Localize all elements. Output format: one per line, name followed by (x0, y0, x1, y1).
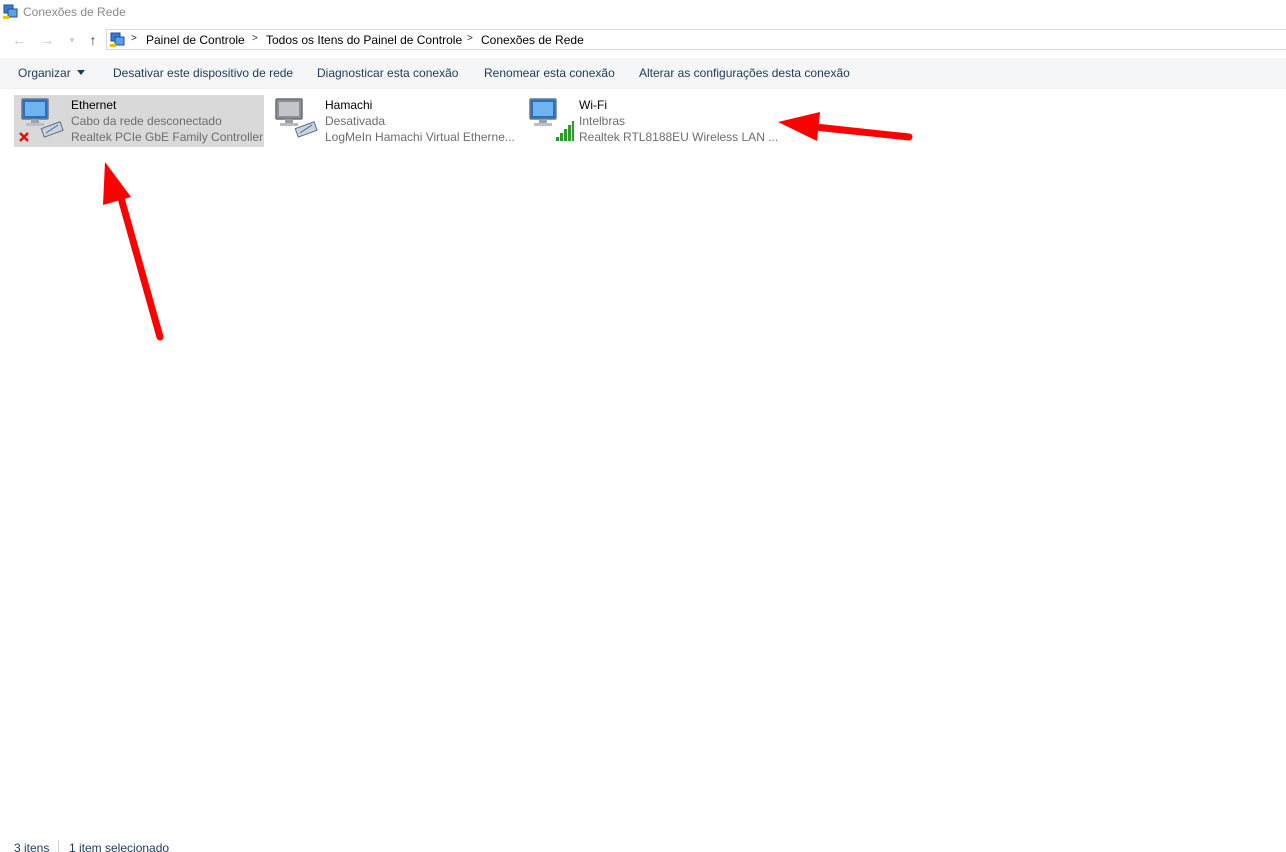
address-bar[interactable]: > Painel de Controle > Todos os Itens do… (106, 29, 1286, 50)
connection-device: Realtek PCIe GbE Family Controller (71, 130, 264, 144)
breadcrumb-separator[interactable]: > (252, 33, 258, 44)
organize-label: Organizar (18, 66, 71, 80)
title-bar: Conexões de Rede (0, 0, 1286, 24)
disable-device-button[interactable]: Desativar este dispositivo de rede (113, 66, 293, 80)
arrow-left-icon: ← (12, 32, 26, 48)
connection-device: LogMeIn Hamachi Virtual Etherne... (325, 130, 515, 144)
connection-name: Wi-Fi (579, 98, 607, 112)
change-settings-button[interactable]: Alterar as configurações desta conexão (639, 66, 850, 80)
status-divider (58, 840, 59, 852)
breadcrumb-all-items[interactable]: Todos os Itens do Painel de Controle (266, 33, 462, 47)
up-button[interactable]: ↑ (84, 30, 102, 50)
arrow-right-icon: → (40, 32, 54, 48)
annotation-arrow-left (778, 112, 913, 141)
navigation-bar: ← → ▾ ↑ > Painel de Controle > Todos os … (0, 28, 1286, 52)
organize-menu-button[interactable]: Organizar (18, 66, 85, 80)
dropdown-caret-icon (76, 70, 85, 75)
connection-name: Hamachi (325, 98, 373, 112)
rename-connection-button[interactable]: Renomear esta conexão (484, 66, 615, 80)
network-adapter-disabled-icon (275, 98, 318, 138)
selection-count: 1 item selecionado (69, 841, 170, 852)
connection-status: Intelbras (579, 114, 626, 128)
connection-item-wifi[interactable]: Wi-Fi Intelbras Realtek RTL8188EU Wirele… (522, 95, 778, 147)
wifi-signal-icon (529, 98, 574, 141)
connection-name: Ethernet (71, 98, 117, 112)
item-count: 3 itens (14, 841, 50, 852)
recent-locations-button[interactable]: ▾ (63, 30, 81, 50)
breadcrumb-separator[interactable]: > (467, 33, 473, 44)
connection-item-hamachi[interactable]: Hamachi Desativada LogMeIn Hamachi Virtu… (268, 95, 518, 147)
connection-item-ethernet[interactable]: Ethernet Cabo da rede desconectado Realt… (14, 95, 264, 147)
status-bar: 3 itens 1 item selecionado (0, 838, 1286, 852)
network-connections-icon (110, 32, 125, 47)
connection-status: Desativada (325, 114, 386, 128)
network-connections-icon (3, 4, 18, 19)
breadcrumb-separator[interactable]: > (131, 33, 137, 44)
breadcrumb-control-panel[interactable]: Painel de Controle (146, 33, 245, 47)
ethernet-disconnected-icon (19, 98, 64, 142)
chevron-down-icon: ▾ (69, 34, 75, 45)
connection-status: Cabo da rede desconectado (71, 114, 222, 128)
annotation-arrow-up (103, 162, 164, 341)
forward-button[interactable]: → (38, 30, 56, 50)
breadcrumb-network-connections[interactable]: Conexões de Rede (481, 33, 584, 47)
command-bar: Organizar Desativar este dispositivo de … (0, 58, 1286, 89)
window-title: Conexões de Rede (23, 5, 126, 19)
diagnose-connection-button[interactable]: Diagnosticar esta conexão (317, 66, 458, 80)
arrow-up-icon: ↑ (89, 32, 97, 48)
back-button[interactable]: ← (10, 30, 28, 50)
connection-device: Realtek RTL8188EU Wireless LAN ... (579, 130, 779, 144)
